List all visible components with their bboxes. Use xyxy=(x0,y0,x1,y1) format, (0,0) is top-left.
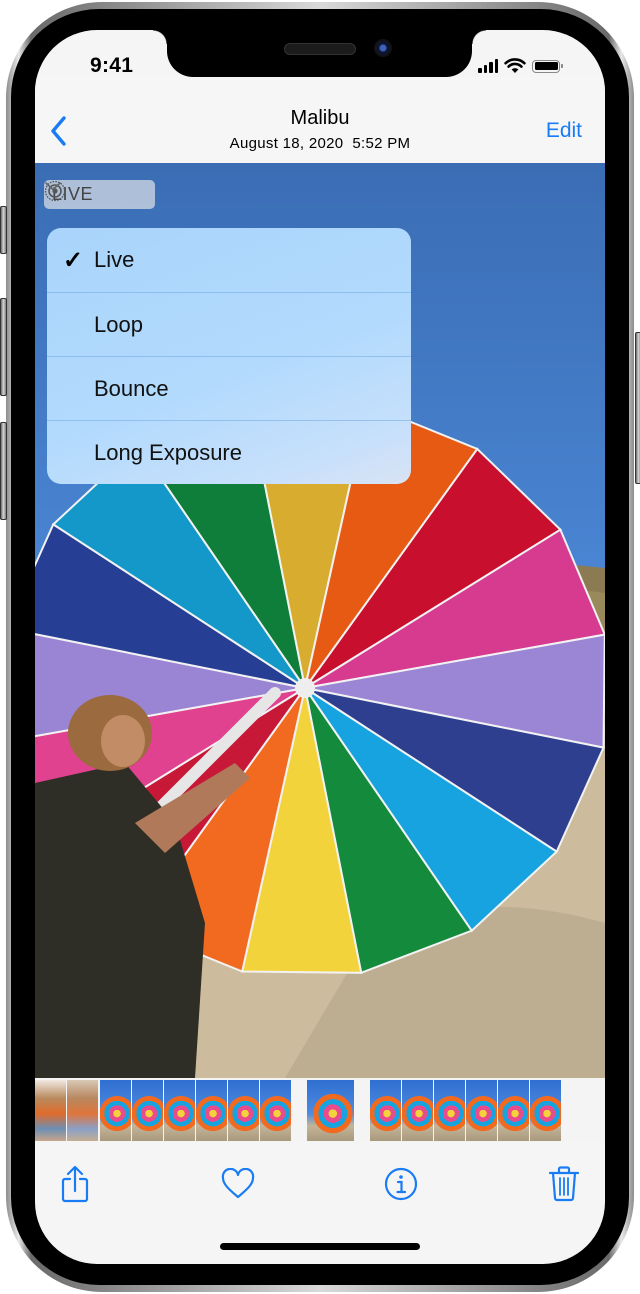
filmstrip-thumbnail[interactable] xyxy=(132,1080,163,1141)
wifi-icon xyxy=(504,58,526,73)
menu-item-loop[interactable]: Loop xyxy=(47,292,411,357)
info-icon xyxy=(384,1167,418,1201)
filmstrip-thumbnail[interactable] xyxy=(466,1080,497,1141)
earpiece-speaker xyxy=(284,43,356,55)
share-icon xyxy=(61,1165,89,1203)
umbrella-hub xyxy=(295,678,315,698)
photo-filmstrip[interactable] xyxy=(35,1078,605,1142)
filmstrip-thumbnail-selected[interactable] xyxy=(307,1080,354,1141)
filmstrip-thumbnail[interactable] xyxy=(196,1080,227,1141)
menu-item-bounce[interactable]: Bounce xyxy=(47,356,411,421)
menu-item-long-exposure[interactable]: Long Exposure xyxy=(47,420,411,484)
favorite-button[interactable] xyxy=(218,1164,258,1204)
filmstrip-thumbnail[interactable] xyxy=(164,1080,195,1141)
filmstrip-thumbnail[interactable] xyxy=(67,1080,98,1141)
filmstrip-thumbnail[interactable] xyxy=(498,1080,529,1141)
menu-item-label: Loop xyxy=(94,312,143,337)
cellular-signal-icon xyxy=(478,59,498,73)
front-camera xyxy=(374,39,392,57)
volume-up-button xyxy=(0,298,7,396)
photo-location-title: Malibu xyxy=(290,107,350,129)
delete-button[interactable] xyxy=(544,1164,584,1204)
menu-item-label: Bounce xyxy=(94,376,169,401)
filmstrip-thumbnail[interactable] xyxy=(100,1080,131,1141)
silent-switch xyxy=(0,206,7,254)
live-photo-effect-button[interactable]: LIVE xyxy=(44,180,155,209)
volume-down-button xyxy=(0,422,7,520)
edit-button[interactable]: Edit xyxy=(546,119,582,143)
photo-datetime: August 18, 2020 5:52 PM xyxy=(229,135,411,152)
home-indicator[interactable] xyxy=(220,1243,420,1250)
photo-viewer[interactable]: LIVE ✓ Live Loop Bounce Long Exposure xyxy=(35,163,605,1078)
filmstrip-thumbnail[interactable] xyxy=(260,1080,291,1141)
heart-icon xyxy=(221,1168,255,1199)
nav-bar: Malibu August 18, 2020 5:52 PM Edit xyxy=(35,77,605,163)
filmstrip-thumbnail[interactable] xyxy=(370,1080,401,1141)
trash-icon xyxy=(548,1166,580,1202)
filmstrip-thumbnail[interactable] xyxy=(530,1080,561,1141)
filmstrip-thumbnail[interactable] xyxy=(228,1080,259,1141)
info-button[interactable] xyxy=(381,1164,421,1204)
menu-item-live[interactable]: ✓ Live xyxy=(47,228,411,292)
filmstrip-thumbnail[interactable] xyxy=(402,1080,433,1141)
battery-icon xyxy=(532,59,563,73)
menu-item-label: Live xyxy=(94,247,135,272)
side-power-button xyxy=(635,332,640,484)
phone-screen: 9:41 Malibu August 18, 2020 5:52 PM Edit xyxy=(35,30,605,1264)
live-effects-menu: ✓ Live Loop Bounce Long Exposure xyxy=(47,228,411,484)
chevron-down-icon xyxy=(45,182,61,191)
share-button[interactable] xyxy=(55,1164,95,1204)
status-icons xyxy=(478,56,563,76)
filmstrip-thumbnail[interactable] xyxy=(35,1080,66,1141)
filmstrip-thumbnail[interactable] xyxy=(434,1080,465,1141)
checkmark-icon: ✓ xyxy=(63,246,84,274)
menu-item-label: Long Exposure xyxy=(94,440,242,465)
notch xyxy=(153,30,486,77)
status-time: 9:41 xyxy=(90,54,134,77)
